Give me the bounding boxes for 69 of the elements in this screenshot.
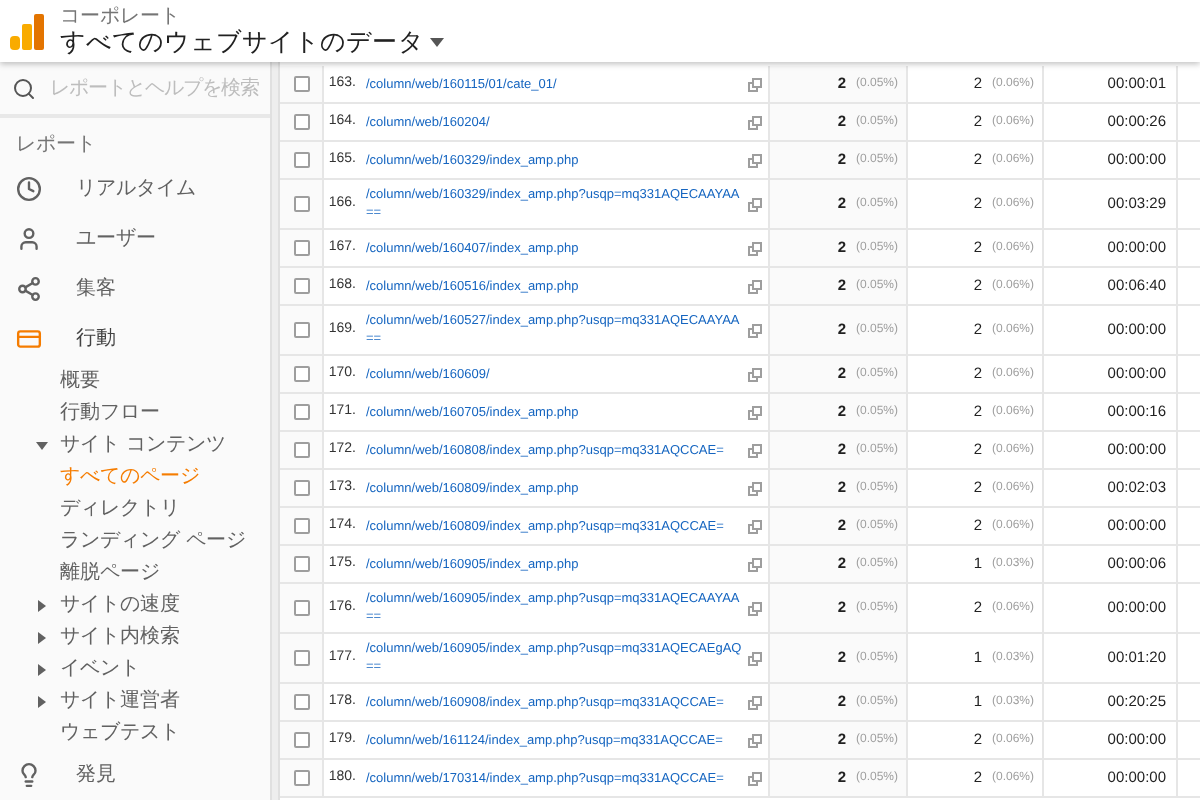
row-checkbox[interactable] [293, 442, 309, 458]
caret-down-icon[interactable] [36, 439, 48, 452]
row-checkbox[interactable] [293, 76, 309, 92]
caret-right-icon[interactable] [36, 695, 48, 708]
branch-icon [16, 276, 42, 303]
row-checkbox[interactable] [293, 694, 309, 710]
sidebar-item[interactable]: サイト コンテンツ [60, 430, 226, 461]
lightbulb-icon [16, 762, 42, 788]
popout-icon[interactable] [748, 77, 762, 91]
sidebar-item[interactable]: サイト内検索 [60, 622, 180, 653]
popout-icon[interactable] [748, 651, 762, 665]
sidebar-item[interactable]: ランディング ページ [60, 526, 246, 557]
view-selector[interactable]: すべてのウェブサイトのデータ [60, 29, 444, 55]
row-checkbox[interactable] [293, 196, 309, 212]
row-checkbox[interactable] [293, 650, 309, 666]
row-checkbox[interactable] [293, 480, 309, 496]
caret-down-icon [430, 37, 444, 47]
popout-icon[interactable] [748, 367, 762, 381]
row-checkbox[interactable] [293, 278, 309, 294]
row-checkbox[interactable] [293, 404, 309, 420]
popout-icon[interactable] [748, 557, 762, 571]
popout-icon[interactable] [748, 519, 762, 533]
caret-right-icon[interactable] [36, 663, 48, 676]
row-checkbox[interactable] [293, 770, 309, 786]
sidebar-item[interactable]: 行動フロー [60, 398, 160, 428]
row-checkbox[interactable] [293, 518, 309, 534]
panel-icon [16, 326, 42, 353]
sidebar-item[interactable]: サイト運営者 [60, 686, 180, 717]
bar-chart-logo-icon [10, 13, 46, 49]
sidebar-item[interactable]: ウェブテスト [60, 718, 180, 749]
sidebar-item[interactable]: リアルタイム [76, 174, 196, 205]
sidebar-item[interactable]: 行動 [76, 324, 116, 355]
row-checkbox[interactable] [293, 732, 309, 748]
popout-icon[interactable] [748, 443, 762, 457]
person-icon [16, 226, 42, 253]
clock-icon [16, 176, 42, 203]
row-checkbox[interactable] [293, 366, 309, 382]
row-checkbox[interactable] [293, 600, 309, 616]
row-checkbox[interactable] [293, 114, 309, 130]
sidebar-item[interactable]: ディレクトリ [60, 494, 180, 525]
popout-icon[interactable] [748, 279, 762, 293]
popout-icon[interactable] [748, 115, 762, 129]
account-name: コーポレート [60, 7, 182, 28]
search-icon [12, 75, 36, 102]
search-field[interactable]: レポートとヘルプを検索 [50, 73, 270, 104]
popout-icon[interactable] [748, 241, 762, 255]
popout-icon[interactable] [748, 771, 762, 785]
sidebar-item[interactable]: ユーザー [76, 224, 156, 255]
popout-icon[interactable] [748, 323, 762, 337]
popout-icon[interactable] [748, 197, 762, 211]
popout-icon[interactable] [748, 481, 762, 495]
row-checkbox[interactable] [293, 556, 309, 572]
sidebar-item[interactable]: サイトの速度 [60, 590, 180, 621]
popout-icon[interactable] [748, 733, 762, 747]
sidebar-item[interactable]: 発見 [76, 760, 116, 790]
row-checkbox[interactable] [293, 152, 309, 168]
sidebar-item[interactable]: 離脱ページ [60, 558, 160, 589]
popout-icon[interactable] [748, 405, 762, 419]
popout-icon[interactable] [748, 601, 762, 615]
caret-right-icon[interactable] [36, 599, 48, 612]
popout-icon[interactable] [748, 153, 762, 167]
caret-right-icon[interactable] [36, 631, 48, 644]
row-checkbox[interactable] [293, 240, 309, 256]
row-checkbox[interactable] [293, 322, 309, 338]
sidebar-item[interactable]: 概要 [60, 365, 100, 396]
section-heading: レポート [14, 132, 96, 161]
sidebar-item[interactable]: 集客 [76, 274, 116, 305]
popout-icon[interactable] [748, 695, 762, 709]
sidebar-item[interactable]: イベント [60, 654, 140, 685]
